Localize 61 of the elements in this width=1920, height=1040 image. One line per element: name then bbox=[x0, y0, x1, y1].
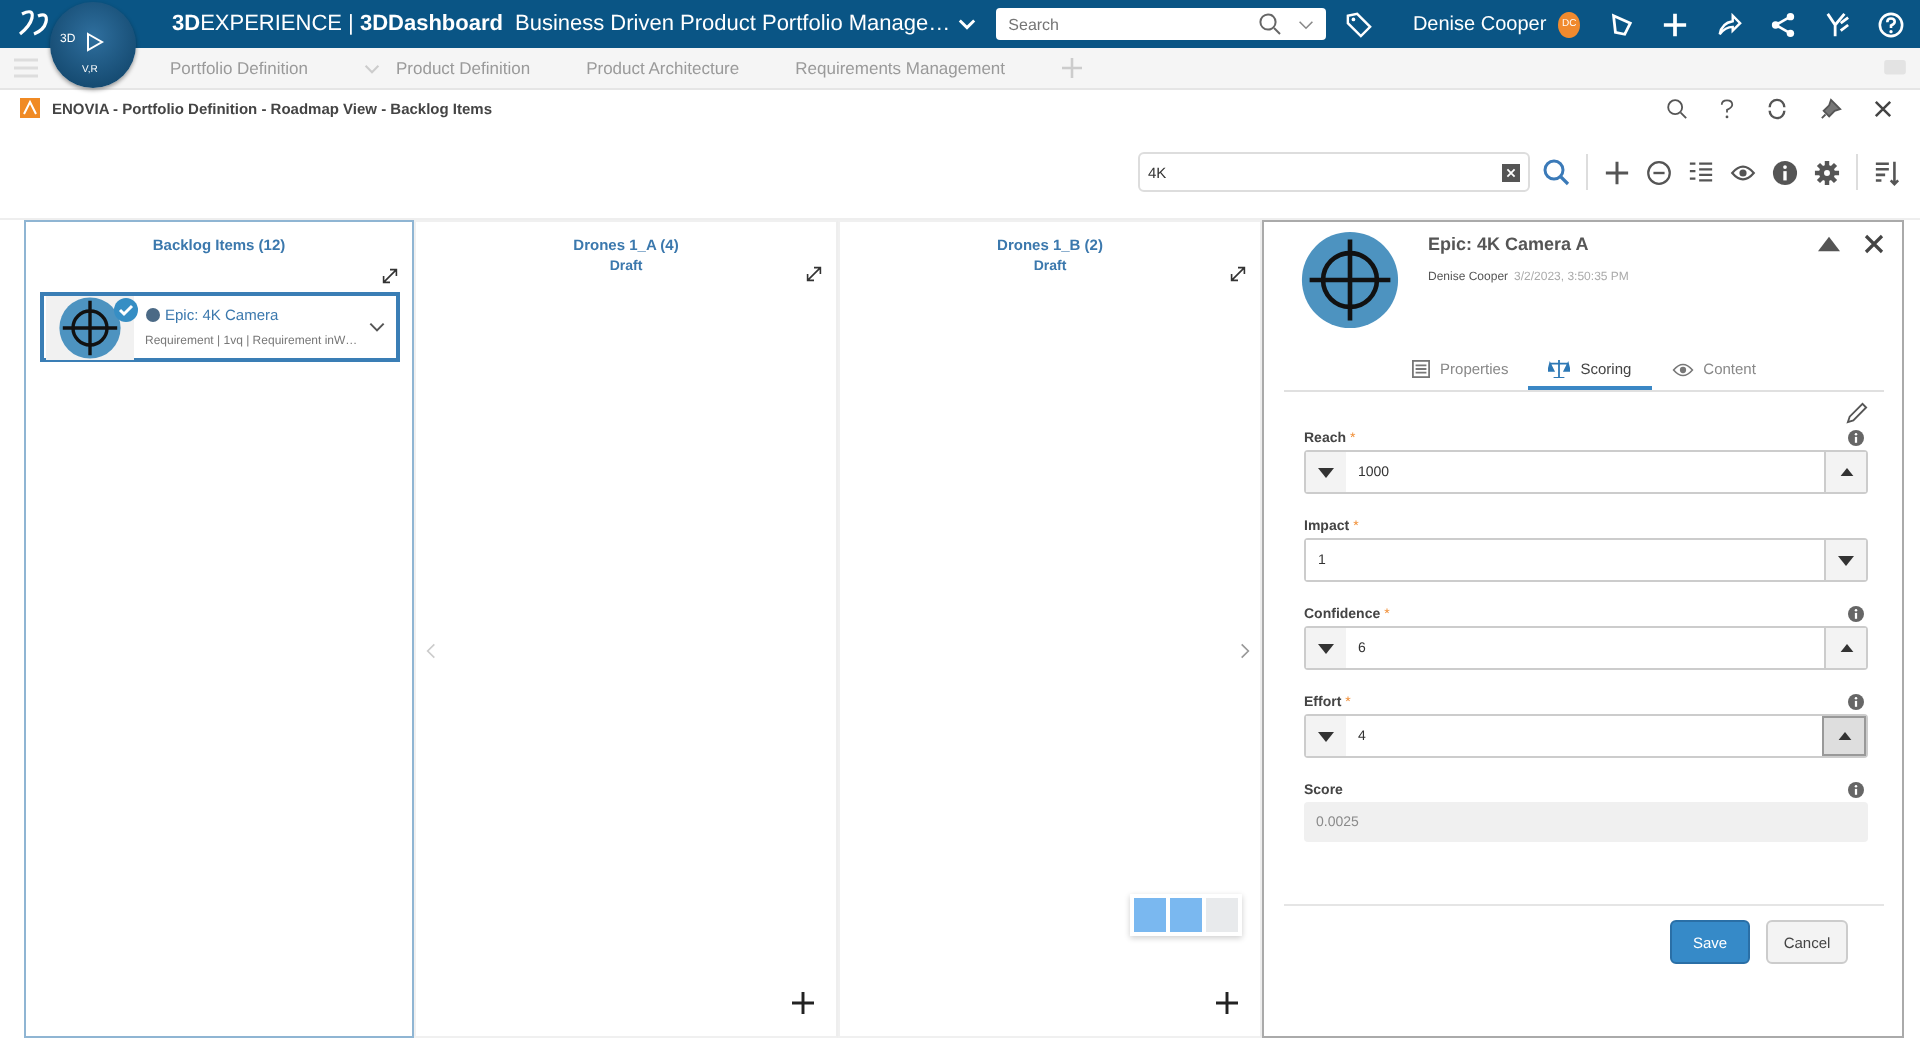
decrement-button[interactable] bbox=[1306, 716, 1346, 756]
up-triangle-icon[interactable] bbox=[1839, 644, 1853, 652]
collapse-icon[interactable] bbox=[1818, 236, 1840, 252]
info-icon[interactable] bbox=[1848, 430, 1864, 446]
help-icon[interactable] bbox=[1720, 97, 1734, 119]
table-icon bbox=[1412, 360, 1431, 378]
checklist-icon[interactable] bbox=[1688, 159, 1714, 185]
decrement-button[interactable] bbox=[1306, 628, 1346, 668]
sort-icon[interactable] bbox=[1874, 159, 1900, 185]
info-icon[interactable] bbox=[1848, 606, 1864, 622]
expand-icon[interactable] bbox=[1230, 266, 1246, 282]
info-icon[interactable] bbox=[1772, 159, 1798, 185]
down-triangle-icon[interactable] bbox=[1318, 731, 1334, 741]
share-icon[interactable] bbox=[1716, 11, 1742, 37]
search-icon[interactable] bbox=[1258, 12, 1283, 36]
settings-icon[interactable] bbox=[1814, 159, 1840, 185]
eye-icon bbox=[1671, 361, 1694, 377]
chevron-right-icon[interactable] bbox=[1240, 642, 1250, 660]
tools-icon[interactable] bbox=[1824, 11, 1850, 37]
search-box[interactable]: Search bbox=[996, 8, 1327, 40]
down-triangle-icon[interactable] bbox=[1318, 643, 1334, 653]
eye-icon[interactable] bbox=[1730, 163, 1756, 181]
chat-icon[interactable] bbox=[1608, 11, 1634, 37]
refresh-icon[interactable] bbox=[1766, 97, 1788, 119]
down-triangle-icon[interactable] bbox=[1318, 467, 1334, 477]
expand-icon[interactable] bbox=[382, 268, 398, 284]
plus-icon[interactable] bbox=[1604, 159, 1630, 185]
tag-icon[interactable] bbox=[1346, 11, 1373, 37]
info-icon[interactable] bbox=[1848, 694, 1864, 710]
minus-circle-icon[interactable] bbox=[1646, 159, 1672, 185]
caret-icon[interactable] bbox=[1298, 19, 1315, 29]
increment-button[interactable] bbox=[1824, 452, 1866, 492]
increment-button[interactable] bbox=[1824, 628, 1866, 668]
user-name[interactable]: Denise Cooper bbox=[1412, 13, 1547, 35]
edit-icon[interactable] bbox=[1846, 402, 1868, 424]
item-title: Epic: 4K Camera A bbox=[1428, 234, 1591, 254]
expand-icon[interactable] bbox=[806, 266, 822, 282]
increment-button[interactable] bbox=[1822, 716, 1866, 756]
plus-icon[interactable] bbox=[792, 992, 814, 1014]
up-triangle-icon[interactable] bbox=[1839, 468, 1853, 476]
decrement-button[interactable] bbox=[1306, 452, 1346, 492]
scale-icon bbox=[1548, 360, 1571, 378]
clear-icon[interactable] bbox=[1502, 163, 1520, 181]
pin-icon[interactable] bbox=[1820, 97, 1842, 119]
down-triangle-icon[interactable] bbox=[1838, 555, 1854, 565]
search-icon[interactable] bbox=[1666, 97, 1688, 119]
close-icon[interactable] bbox=[1864, 234, 1884, 254]
info-icon[interactable] bbox=[1848, 782, 1864, 798]
app-icon bbox=[20, 98, 40, 118]
brand-title: 3DEXPERIENCE | 3DDashboard bbox=[172, 12, 503, 36]
up-triangle-icon[interactable] bbox=[1837, 732, 1851, 740]
dashboard-title[interactable]: Business Driven Product Portfolio Manage… bbox=[514, 12, 951, 36]
search-icon[interactable] bbox=[1542, 158, 1570, 186]
target-icon bbox=[45, 295, 133, 359]
play-icon[interactable] bbox=[84, 32, 104, 52]
plus-icon[interactable] bbox=[1216, 992, 1238, 1014]
close-icon[interactable] bbox=[1874, 99, 1892, 117]
help-icon[interactable] bbox=[1878, 11, 1904, 37]
network-icon[interactable] bbox=[1770, 11, 1796, 37]
dropdown-button[interactable] bbox=[1824, 540, 1866, 580]
caret-icon[interactable] bbox=[367, 322, 385, 332]
